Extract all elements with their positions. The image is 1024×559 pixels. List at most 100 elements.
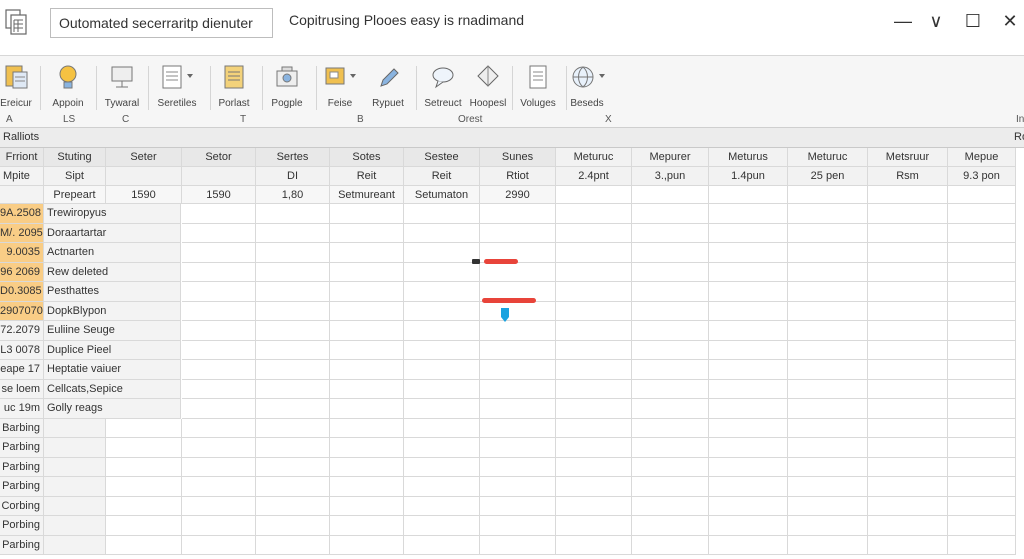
grid-cell[interactable]	[330, 379, 404, 399]
grid-cell[interactable]	[556, 282, 632, 302]
grid-cell[interactable]	[788, 321, 868, 341]
grid-cell[interactable]	[948, 379, 1016, 399]
grid-cell[interactable]	[404, 516, 480, 536]
grid-cell[interactable]	[788, 223, 868, 243]
grid-cell[interactable]	[868, 340, 948, 360]
grid-cell[interactable]	[632, 516, 709, 536]
row-label[interactable]: 96 2069	[0, 262, 44, 282]
grid-cell[interactable]	[256, 262, 330, 282]
grid-cell[interactable]	[256, 516, 330, 536]
grid-cell[interactable]	[404, 496, 480, 516]
grid-cell[interactable]	[182, 496, 256, 516]
grid-cell[interactable]	[330, 535, 404, 555]
row-name-cell[interactable]	[44, 535, 106, 555]
header-subrow-cell[interactable]: 3.,pun	[632, 167, 709, 186]
row-label[interactable]: Porbing	[0, 516, 44, 536]
row-name-cell[interactable]	[44, 496, 106, 516]
grid-cell[interactable]	[480, 340, 556, 360]
grid-cell[interactable]	[182, 321, 256, 341]
header-value-cell[interactable]	[0, 186, 44, 204]
grid-cell[interactable]	[556, 399, 632, 419]
grid-cell[interactable]	[868, 262, 948, 282]
row-label[interactable]: eape 17	[0, 360, 44, 380]
grid-cell[interactable]	[182, 301, 256, 321]
grid-cell[interactable]	[788, 399, 868, 419]
grid-cell[interactable]	[788, 204, 868, 224]
grid-cell[interactable]	[632, 418, 709, 438]
grid-cell[interactable]	[404, 262, 480, 282]
header-value-cell[interactable]	[868, 186, 948, 204]
grid-cell[interactable]	[480, 360, 556, 380]
grid-cell[interactable]	[330, 243, 404, 263]
grid-cell[interactable]	[480, 399, 556, 419]
row-name-cell[interactable]: Euliine Seuge	[44, 321, 181, 341]
row-name-cell[interactable]: Cellcats,Sepice	[44, 379, 181, 399]
grid-cell[interactable]	[868, 516, 948, 536]
header-subrow-cell[interactable]: 9.3 pon	[948, 167, 1016, 186]
row-label[interactable]: L3 0078	[0, 340, 44, 360]
column-header[interactable]: Sunes	[480, 148, 556, 167]
grid-cell[interactable]	[480, 535, 556, 555]
row-label[interactable]: 9A.2508	[0, 204, 44, 224]
grid-cell[interactable]	[868, 301, 948, 321]
grid-cell[interactable]	[106, 477, 182, 497]
grid-cell[interactable]	[330, 223, 404, 243]
grid-cell[interactable]	[709, 262, 788, 282]
header-value-cell[interactable]	[948, 186, 1016, 204]
header-value-cell[interactable]	[788, 186, 868, 204]
grid-cell[interactable]	[404, 535, 480, 555]
header-subrow-cell[interactable]: DI	[256, 167, 330, 186]
grid-cell[interactable]	[709, 535, 788, 555]
close-button[interactable]: ✕	[995, 8, 1024, 34]
grid-cell[interactable]	[556, 535, 632, 555]
grid-cell[interactable]	[632, 340, 709, 360]
header-subrow-cell[interactable]: Mpite	[0, 167, 44, 186]
grid-cell[interactable]	[404, 340, 480, 360]
grid-cell[interactable]	[709, 516, 788, 536]
grid-cell[interactable]	[330, 360, 404, 380]
grid-cell[interactable]	[182, 360, 256, 380]
grid-cell[interactable]	[404, 457, 480, 477]
document-name-box[interactable]: Outomated secerraritp dienuter	[50, 8, 273, 38]
grid-cell[interactable]	[556, 262, 632, 282]
grid-cell[interactable]	[868, 321, 948, 341]
grid-cell[interactable]	[556, 321, 632, 341]
grid-cell[interactable]	[256, 282, 330, 302]
grid-cell[interactable]	[182, 438, 256, 458]
grid-cell[interactable]	[948, 399, 1016, 419]
grid-cell[interactable]	[632, 262, 709, 282]
grid-cell[interactable]	[480, 496, 556, 516]
row-label[interactable]: uc 19m	[0, 399, 44, 419]
grid-cell[interactable]	[868, 457, 948, 477]
grid-cell[interactable]	[182, 340, 256, 360]
grid-cell[interactable]	[709, 243, 788, 263]
header-subrow-cell[interactable]: 2.4pnt	[556, 167, 632, 186]
grid-cell[interactable]	[330, 496, 404, 516]
grid-cell[interactable]	[404, 301, 480, 321]
column-header[interactable]: Stuting	[44, 148, 106, 167]
grid-cell[interactable]	[256, 223, 330, 243]
grid-cell[interactable]	[330, 282, 404, 302]
grid-cell[interactable]	[182, 379, 256, 399]
grid-cell[interactable]	[632, 321, 709, 341]
header-subrow-cell[interactable]	[182, 167, 256, 186]
column-header[interactable]: Frriont	[0, 148, 44, 167]
grid-cell[interactable]	[948, 243, 1016, 263]
grid-cell[interactable]	[788, 379, 868, 399]
row-name-cell[interactable]: Trewiropyus	[44, 204, 181, 224]
grid-cell[interactable]	[709, 321, 788, 341]
header-subrow-cell[interactable]: Rsm	[868, 167, 948, 186]
row-name-cell[interactable]	[44, 418, 106, 438]
grid-cell[interactable]	[330, 262, 404, 282]
grid-cell[interactable]	[256, 399, 330, 419]
grid-cell[interactable]	[404, 223, 480, 243]
grid-cell[interactable]	[556, 360, 632, 380]
grid-cell[interactable]	[480, 262, 556, 282]
grid-cell[interactable]	[330, 204, 404, 224]
grid-cell[interactable]	[480, 379, 556, 399]
grid-cell[interactable]	[404, 438, 480, 458]
row-label[interactable]: 2907070	[0, 301, 44, 321]
row-name-cell[interactable]: Actnarten	[44, 243, 181, 263]
grid-cell[interactable]	[948, 535, 1016, 555]
grid-cell[interactable]	[632, 204, 709, 224]
